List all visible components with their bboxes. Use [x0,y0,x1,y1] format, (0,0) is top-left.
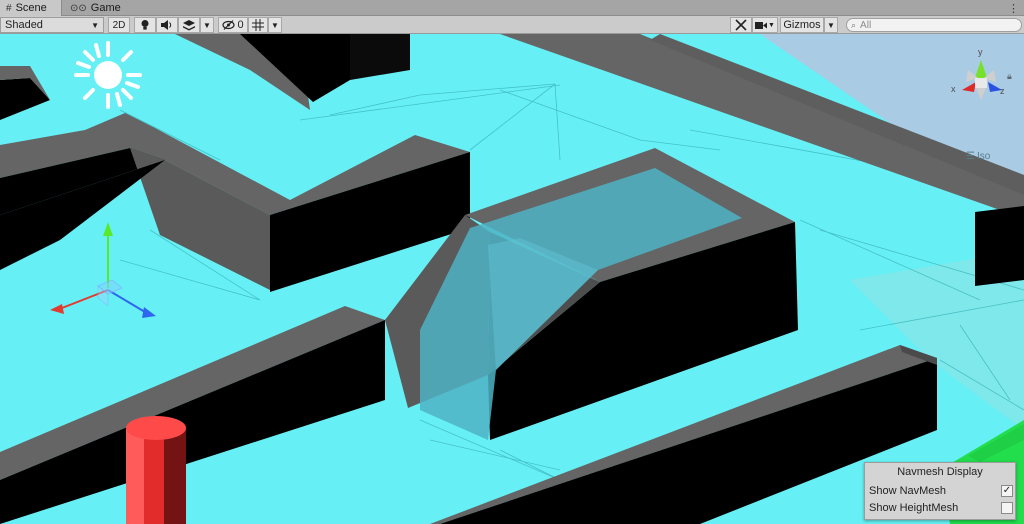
tab-scene-label: Scene [15,2,47,14]
svg-text:x: x [951,84,956,94]
camera-settings-button[interactable]: ▼ [752,17,778,33]
tools-icon [735,19,747,31]
audio-toggle-button[interactable] [156,17,178,33]
show-navmesh-checkbox[interactable]: ✓ [1001,485,1013,497]
lightbulb-icon [141,20,149,30]
tab-game-label: Game [90,2,121,14]
camera-icon [755,21,768,29]
show-navmesh-label: Show NavMesh [869,485,947,497]
scene-search-input[interactable]: ⌕ All [846,18,1022,32]
grid-toggle-button[interactable] [248,17,268,33]
show-navmesh-row[interactable]: Show NavMesh ✓ [869,483,1013,499]
lighting-toggle-button[interactable] [134,17,156,33]
gizmos-button[interactable]: Gizmos [780,17,824,33]
gizmos-dropdown-arrow[interactable]: ▼ [824,17,838,33]
draw-mode-label: Shaded [5,19,43,31]
gamepad-icon: ⊙⊙ [70,2,87,14]
navmesh-display-panel: Navmesh Display Show NavMesh ✓ Show Heig… [864,462,1016,520]
effects-dropdown-arrow[interactable]: ▼ [200,17,214,33]
dropdown-arrow-icon: ▼ [768,21,775,29]
tab-bar: # Scene ⊙⊙ Game ⋮ [0,0,1024,16]
svg-text:y: y [978,47,983,57]
grid-dropdown-arrow[interactable]: ▼ [268,17,282,33]
show-heightmesh-label: Show HeightMesh [869,502,959,514]
scene-toolbar: Shaded ▼ 2D ▼ 0 ▼ ▼ Gizmos ▼ ⌕ All [0,16,1024,34]
layers-icon [183,19,195,30]
tools-button[interactable] [730,17,752,33]
tab-game[interactable]: ⊙⊙ Game [64,0,126,16]
draw-mode-dropdown[interactable]: Shaded ▼ [0,17,104,33]
2d-toggle-button[interactable]: 2D [108,17,130,33]
projection-label: Iso [976,151,991,162]
search-placeholder: All [860,19,872,31]
sun-light-icon [74,41,142,109]
more-options-icon[interactable]: ⋮ [1008,2,1020,15]
hash-icon: # [6,2,12,14]
tab-scene[interactable]: # Scene [0,0,62,16]
speaker-icon [161,20,172,30]
navmesh-panel-title: Navmesh Display [897,466,983,478]
red-cylinder [126,416,186,524]
eye-slash-icon [222,20,236,30]
hidden-count: 0 [237,19,244,31]
grid-icon [252,19,264,31]
dropdown-arrow-icon: ▼ [91,20,99,30]
menu-lines-icon: ☰ [966,151,975,162]
search-icon: ⌕ [851,19,857,30]
svg-text:z: z [1000,86,1005,96]
show-heightmesh-checkbox[interactable] [1001,502,1013,514]
projection-toggle[interactable]: ☰ Iso [966,151,990,162]
effects-toggle-button[interactable] [178,17,200,33]
show-heightmesh-row[interactable]: Show HeightMesh [869,500,1013,516]
scene-visibility-toggle[interactable]: 0 [218,17,248,33]
lock-icon[interactable]: 🔒︎ [1007,71,1012,82]
scene-viewport[interactable]: y x z 🔒︎ ☰ Iso [0,34,1024,524]
